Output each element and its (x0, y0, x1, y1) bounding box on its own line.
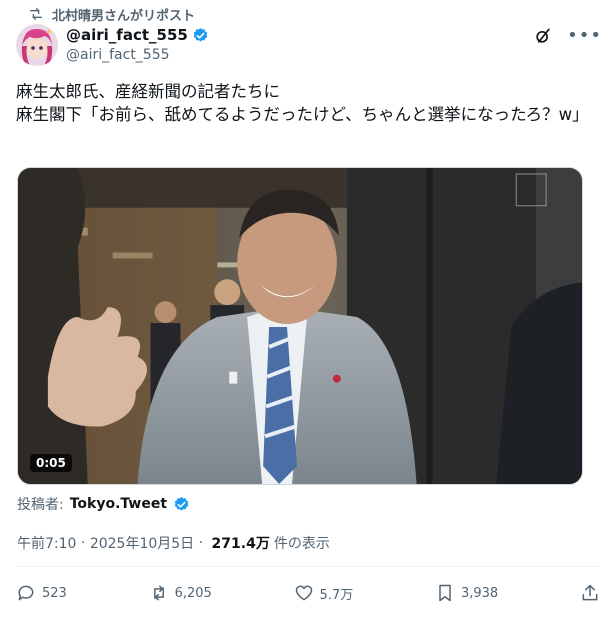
reply-icon (18, 585, 34, 601)
like-count: 5.7万 (319, 587, 354, 603)
meta-dot: · (194, 535, 208, 551)
divider (16, 566, 600, 567)
repost-indicator[interactable]: 北村晴男さんがリポスト (28, 4, 195, 24)
like-button[interactable]: 5.7万 (294, 583, 354, 603)
display-name-text[interactable]: @airi_fact_555 (66, 25, 188, 45)
repost-label[interactable]: 北村晴男さんがリポスト (52, 5, 195, 24)
retweet-button[interactable]: 6,205 (149, 583, 212, 603)
tweet-date[interactable]: 2025年10月5日 (90, 533, 194, 553)
author-handle[interactable]: @airi_fact_555 (66, 45, 209, 65)
tweet-meta: 午前7:10 · 2025年10月5日 · 271.4万 件の表示 (17, 533, 330, 553)
source-label: 投稿者: (17, 497, 64, 513)
reply-count: 523 (42, 585, 67, 601)
display-name[interactable]: @airi_fact_555 (66, 25, 209, 45)
bookmark-button[interactable]: 3,938 (435, 583, 498, 603)
retweet-count: 6,205 (174, 585, 212, 601)
author-block: @airi_fact_555 @airi_fact_555 (66, 25, 209, 65)
bookmark-count: 3,938 (460, 585, 499, 601)
meta-separator: · (76, 535, 90, 551)
view-count[interactable]: 271.4万 (212, 533, 270, 553)
action-bar: 523 6,205 5.7万 3,938 (16, 577, 600, 609)
video-duration: 0:05 (30, 454, 72, 472)
verified-badge-icon (174, 496, 189, 511)
video-player[interactable]: 0:05 (17, 167, 583, 485)
source-name[interactable]: Tokyo.Tweet (70, 496, 167, 512)
share-button[interactable] (580, 583, 600, 603)
heart-icon (295, 585, 312, 601)
bookmark-icon (439, 584, 451, 602)
retweet-icon (153, 585, 164, 601)
tweet-text: 麻生太郎氏、産経新聞の記者たちに 麻生閣下「お前ら、舐めてるようだったけど、ちゃ… (16, 82, 589, 124)
avatar[interactable] (16, 24, 58, 66)
source-attribution: 投稿者: Tokyo.Tweet (17, 494, 190, 514)
more-options-icon[interactable]: ••• (567, 27, 602, 45)
reply-button[interactable]: 523 (16, 583, 67, 603)
video-frame (18, 168, 582, 484)
view-count-label: 件の表示 (273, 536, 330, 552)
tweet-time[interactable]: 午前7:10 (17, 533, 76, 553)
share-icon (582, 584, 598, 601)
tweet-top-actions: ••• (533, 26, 602, 46)
retweet-icon (30, 7, 42, 20)
grok-icon[interactable] (533, 26, 553, 46)
verified-badge-icon (193, 27, 208, 42)
